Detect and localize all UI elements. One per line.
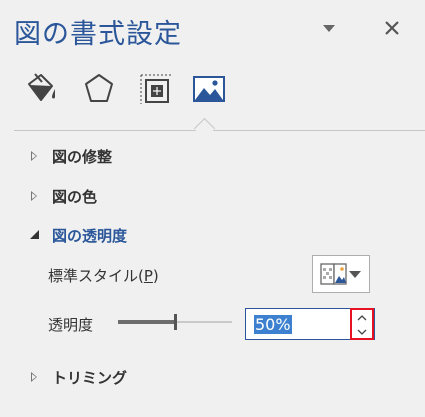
section-label: トリミング [52,368,128,387]
section-crop[interactable]: トリミング [28,365,127,389]
tab-fill-line[interactable] [22,70,60,108]
section-picture-color[interactable]: 図の色 [28,184,97,208]
transparency-label: 透明度 [48,316,94,334]
pentagon-effects-icon [85,74,113,102]
slider-fill [118,320,175,324]
pane-options-dropdown-icon[interactable] [323,25,335,32]
spin-buttons-highlighted [350,308,374,340]
transparency-preset-icon [320,263,347,285]
section-label: 図の色 [52,187,98,206]
section-label: 図の透明度 [52,226,128,245]
selected-tab-indicator [193,117,216,140]
tab-effects[interactable] [80,70,118,108]
section-label: 図の修整 [52,147,113,166]
expand-arrow-icon [28,148,44,164]
transparency-input[interactable] [246,309,350,339]
tab-picture[interactable] [190,70,228,108]
section-picture-corrections[interactable]: 図の修整 [28,144,112,168]
pane-title: 図の書式設定 [14,19,182,50]
transparency-slider[interactable] [118,314,232,330]
tab-separator [14,130,425,131]
collapse-arrow-icon [28,227,44,243]
expand-arrow-icon [28,188,44,204]
presets-label-close: ) [152,267,159,285]
section-picture-transparency[interactable]: 図の透明度 [28,223,127,247]
presets-label: 標準スタイル(P) [48,265,159,286]
slider-thumb[interactable] [174,314,177,330]
chevron-up-icon [357,315,367,321]
close-icon[interactable] [381,17,403,39]
picture-icon [193,76,225,102]
spin-down-button[interactable] [352,324,372,338]
spin-up-button[interactable] [352,310,372,324]
presets-label-text: 標準スタイル( [48,267,144,285]
tab-size-properties[interactable] [137,70,175,108]
presets-dropdown-button[interactable] [312,255,370,293]
expand-arrow-icon [28,369,44,385]
chevron-down-icon [349,271,361,278]
transparency-spin-box: 50% [245,308,375,340]
size-properties-icon [140,74,171,104]
presets-accelerator-key: P [143,267,153,285]
chevron-down-icon [357,329,367,335]
fill-bucket-icon [28,73,55,101]
